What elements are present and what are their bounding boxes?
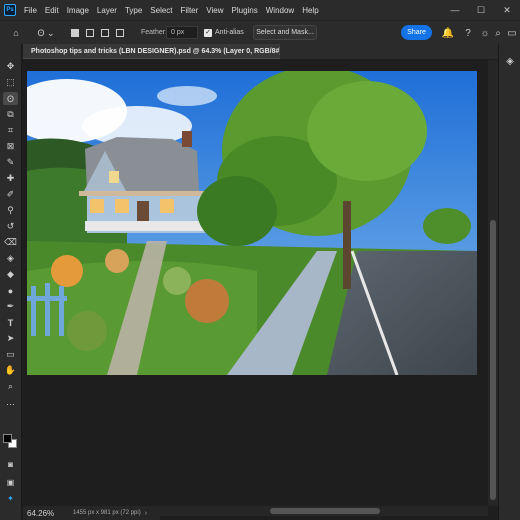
- help-icon[interactable]: ?: [461, 26, 475, 40]
- crop-tool-icon[interactable]: ⌗: [3, 124, 18, 137]
- zoom-tool-icon[interactable]: ⌕: [3, 380, 18, 393]
- window-controls: — ☐ ✕: [442, 0, 520, 20]
- menu-type[interactable]: Type: [125, 6, 142, 15]
- menu-bar: Ps File Edit Image Layer Type Select Fil…: [0, 0, 520, 20]
- brush-tool-icon[interactable]: ✐: [3, 188, 18, 201]
- menu-window[interactable]: Window: [266, 6, 294, 15]
- options-bar: ⌂ ʘ ⌄ Feather: 0 px ✓ Anti-alias Select …: [0, 20, 520, 44]
- menu-plugins[interactable]: Plugins: [232, 6, 258, 15]
- hand-tool-icon[interactable]: ✋: [3, 364, 18, 377]
- menu-help[interactable]: Help: [302, 6, 318, 15]
- status-bar: 64.26% 1455 px x 981 px (72 ppi) ›: [23, 506, 160, 520]
- search-icon[interactable]: ⌕: [491, 26, 505, 40]
- layers-panel-icon[interactable]: ◈: [503, 54, 517, 68]
- menu-image[interactable]: Image: [67, 6, 89, 15]
- eyedropper-tool-icon[interactable]: ✎: [3, 156, 18, 169]
- foreground-color-swatch[interactable]: [3, 434, 12, 443]
- home-icon[interactable]: ⌂: [9, 26, 23, 40]
- eraser-tool-icon[interactable]: ⌫: [3, 236, 18, 249]
- vertical-scroll-thumb[interactable]: [490, 220, 496, 500]
- pen-tool-icon[interactable]: ✒: [3, 300, 18, 313]
- path-select-tool-icon[interactable]: ➤: [3, 332, 18, 345]
- menu-filter[interactable]: Filter: [181, 6, 199, 15]
- menu-items: File Edit Image Layer Type Select Filter…: [24, 6, 327, 15]
- notification-bell-icon[interactable]: 🔔: [441, 26, 455, 40]
- rectangle-tool-icon[interactable]: ▭: [3, 348, 18, 361]
- document-image[interactable]: [27, 71, 477, 375]
- object-select-tool-icon[interactable]: ⧉: [3, 108, 18, 121]
- menu-file[interactable]: File: [24, 6, 37, 15]
- minimize-button[interactable]: —: [442, 0, 468, 20]
- stamp-tool-icon[interactable]: ⚲: [3, 204, 18, 217]
- status-menu-chevron-icon[interactable]: ›: [145, 510, 147, 517]
- share-button[interactable]: Share: [401, 25, 432, 40]
- screen-mode-icon[interactable]: ▣: [3, 476, 18, 489]
- lasso-tool-icon[interactable]: ʘ: [3, 92, 18, 105]
- workspace-panels-icon[interactable]: ▭: [505, 26, 519, 40]
- maximize-button[interactable]: ☐: [468, 0, 494, 20]
- quick-mask-icon[interactable]: ◙: [3, 458, 18, 471]
- antialias-label: Anti-alias: [215, 29, 244, 36]
- lasso-preset-picker[interactable]: ʘ ⌄: [35, 26, 57, 40]
- menu-layer[interactable]: Layer: [97, 6, 117, 15]
- horizontal-scrollbar[interactable]: [160, 506, 488, 516]
- document-info: 1455 px x 981 px (72 ppi): [73, 510, 141, 516]
- canvas-area[interactable]: [23, 60, 488, 506]
- close-button[interactable]: ✕: [494, 0, 520, 20]
- photoshop-logo: Ps: [4, 4, 16, 16]
- menu-select[interactable]: Select: [150, 6, 172, 15]
- discover-lightbulb-icon[interactable]: ☼: [478, 26, 492, 40]
- feather-label: Feather:: [141, 29, 168, 36]
- tools-panel: ✥ ⬚ ʘ ⧉ ⌗ ⊠ ✎ ✚ ✐ ⚲ ↺ ⌫ ◈ ◆ ● ✒ T ➤ ▭ ✋ …: [0, 44, 22, 520]
- antialias-checkbox[interactable]: ✓: [204, 29, 212, 37]
- type-tool-icon[interactable]: T: [3, 316, 18, 329]
- generative-icon[interactable]: ✦: [3, 492, 18, 505]
- add-selection-button[interactable]: [86, 29, 94, 37]
- panel-dock: ◈: [498, 44, 520, 520]
- move-tool-icon[interactable]: ✥: [3, 60, 18, 73]
- more-tools-icon[interactable]: ⋯: [3, 398, 18, 411]
- history-brush-tool-icon[interactable]: ↺: [3, 220, 18, 233]
- tab-strip-empty: [280, 44, 498, 59]
- dodge-tool-icon[interactable]: ●: [3, 284, 18, 297]
- paint-bucket-tool-icon[interactable]: ◈: [3, 252, 18, 265]
- vertical-scrollbar[interactable]: [488, 60, 498, 506]
- subtract-selection-button[interactable]: [101, 29, 109, 37]
- new-selection-button[interactable]: [71, 29, 79, 37]
- menu-edit[interactable]: Edit: [45, 6, 59, 15]
- zoom-level-field[interactable]: 64.26%: [27, 509, 63, 518]
- frame-tool-icon[interactable]: ⊠: [3, 140, 18, 153]
- menu-view[interactable]: View: [206, 6, 223, 15]
- intersect-selection-button[interactable]: [116, 29, 124, 37]
- horizontal-scroll-thumb[interactable]: [270, 508, 380, 514]
- feather-input[interactable]: 0 px: [166, 26, 198, 39]
- select-and-mask-button[interactable]: Select and Mask...: [253, 25, 317, 40]
- blur-tool-icon[interactable]: ◆: [3, 268, 18, 281]
- healing-tool-icon[interactable]: ✚: [3, 172, 18, 185]
- marquee-tool-icon[interactable]: ⬚: [3, 76, 18, 89]
- document-tab[interactable]: Photoshop tips and tricks (LBN DESIGNER)…: [23, 44, 280, 59]
